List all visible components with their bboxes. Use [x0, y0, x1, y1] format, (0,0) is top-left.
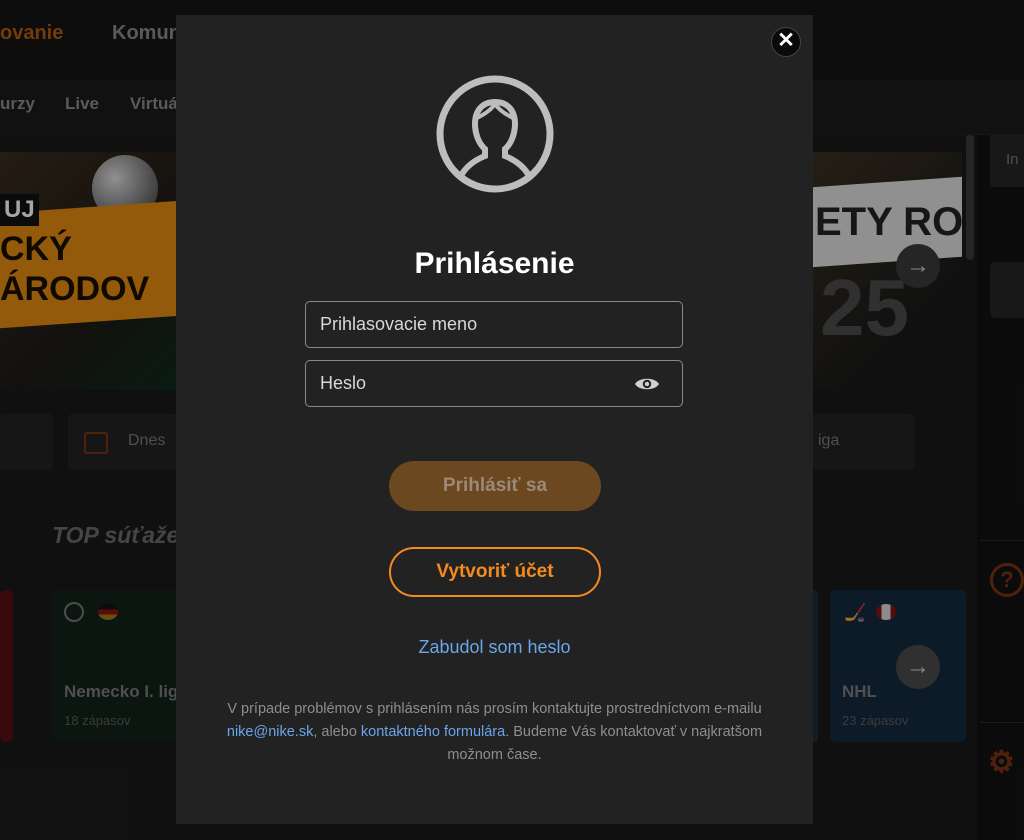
info-middle: , alebo — [313, 724, 361, 740]
info-prefix: V prípade problémov s prihlásením nás pr… — [227, 701, 762, 717]
contact-form-link[interactable]: kontaktného formulára — [361, 724, 505, 740]
login-button[interactable]: Prihlásiť sa — [389, 461, 601, 511]
help-info-text: V prípade problémov s prihlásením nás pr… — [226, 698, 763, 767]
password-input[interactable] — [306, 361, 682, 406]
modal-title: Prihlásenie — [414, 247, 575, 280]
forgot-password-link[interactable]: Zabudol som heslo — [176, 637, 813, 658]
username-field[interactable] — [305, 301, 683, 348]
support-email-link[interactable]: nike@nike.sk — [227, 724, 313, 740]
close-modal-button[interactable]: ✕ — [771, 27, 801, 57]
username-input[interactable] — [306, 302, 682, 347]
user-avatar-icon — [436, 75, 554, 193]
close-icon: ✕ — [777, 29, 795, 52]
show-password-eye-icon[interactable] — [634, 375, 660, 393]
password-field[interactable] — [305, 360, 683, 407]
page: ovanie Komun urzy Live Virtuá UJ CKÝ ÁRO… — [0, 0, 1024, 840]
create-account-button[interactable]: Vytvoriť účet — [389, 547, 601, 597]
